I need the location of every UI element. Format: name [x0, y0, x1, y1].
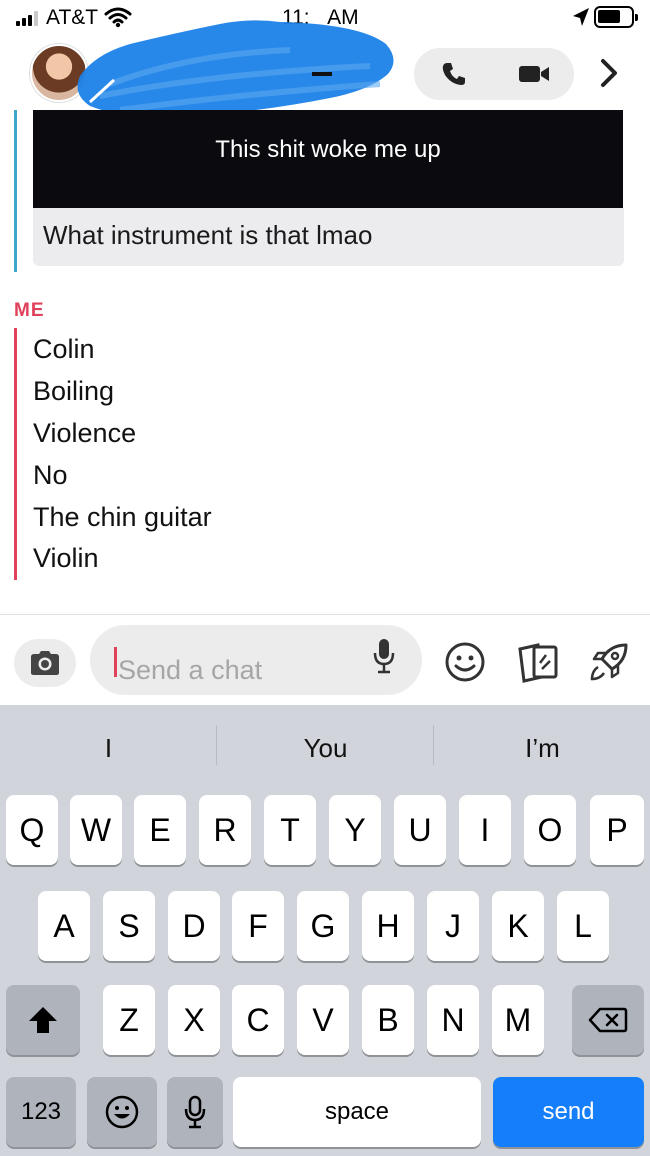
friend-reply-bubble: What instrument is that lmao	[33, 208, 624, 266]
dictation-key[interactable]	[167, 1077, 223, 1147]
friend-message: This shit woke me up What instrument is …	[14, 110, 624, 272]
shift-key[interactable]	[6, 985, 80, 1055]
key-c[interactable]: C	[232, 985, 284, 1055]
key-s[interactable]: S	[103, 891, 155, 961]
friend-reply-text: What instrument is that lmao	[43, 220, 373, 250]
my-messages: Colin Boiling Violence No The chin guita…	[14, 328, 614, 580]
key-m[interactable]: M	[492, 985, 544, 1055]
key-j[interactable]: J	[427, 891, 479, 961]
text-cursor	[114, 647, 117, 677]
video-call-button[interactable]	[494, 48, 574, 100]
signal-icon	[16, 10, 42, 26]
camera-button[interactable]	[14, 639, 76, 687]
key-p[interactable]: P	[590, 795, 644, 865]
voice-call-button[interactable]	[414, 48, 494, 100]
chevron-right-icon[interactable]	[598, 58, 620, 88]
delete-key[interactable]	[572, 985, 644, 1055]
microphone-icon	[184, 1095, 206, 1129]
key-r[interactable]: R	[199, 795, 251, 865]
microphone-icon[interactable]	[372, 637, 396, 675]
key-o[interactable]: O	[524, 795, 576, 865]
video-icon	[519, 66, 549, 82]
backspace-icon	[588, 1007, 628, 1033]
key-k[interactable]: K	[492, 891, 544, 961]
key-i[interactable]: I	[459, 795, 511, 865]
video-caption: This shit woke me up	[215, 136, 441, 163]
emoji-icon	[105, 1095, 139, 1129]
numbers-key[interactable]: 123	[6, 1077, 76, 1147]
message-line: Boiling	[33, 376, 115, 406]
message-line: Colin	[33, 334, 95, 364]
key-v[interactable]: V	[297, 985, 349, 1055]
key-a[interactable]: A	[38, 891, 90, 961]
sender-label-me: ME	[14, 300, 45, 321]
message-line: The chin guitar	[33, 502, 212, 532]
suggestion-3[interactable]: I’m	[434, 705, 650, 791]
key-b[interactable]: B	[362, 985, 414, 1055]
smiley-icon[interactable]	[444, 641, 486, 683]
suggestion-2[interactable]: You	[217, 705, 434, 791]
camera-icon	[31, 651, 59, 675]
chat-input-placeholder: Send a chat	[118, 655, 263, 685]
message-line: No	[33, 460, 68, 490]
space-key[interactable]: space	[233, 1077, 481, 1147]
key-u[interactable]: U	[394, 795, 446, 865]
keyboard: I You I’m Q W E R T Y U I O P A S D F G …	[0, 705, 650, 1156]
quoted-video-snippet[interactable]: This shit woke me up	[33, 110, 623, 208]
sticker-icon[interactable]	[516, 641, 560, 683]
key-t[interactable]: T	[264, 795, 316, 865]
rocket-icon[interactable]	[588, 641, 630, 683]
key-f[interactable]: F	[232, 891, 284, 961]
key-z[interactable]: Z	[103, 985, 155, 1055]
message-thread: This shit woke me up What instrument is …	[0, 110, 650, 615]
key-n[interactable]: N	[427, 985, 479, 1055]
compose-bar: Send a chat	[0, 615, 650, 705]
shift-arrow-icon	[29, 1007, 57, 1033]
send-key[interactable]: send	[493, 1077, 644, 1147]
emoji-key[interactable]	[87, 1077, 157, 1147]
key-d[interactable]: D	[168, 891, 220, 961]
location-arrow-icon	[573, 8, 589, 26]
key-g[interactable]: G	[297, 891, 349, 961]
call-controls	[414, 48, 574, 100]
battery-icon	[594, 6, 638, 28]
key-y[interactable]: Y	[329, 795, 381, 865]
key-w[interactable]: W	[70, 795, 122, 865]
key-q[interactable]: Q	[6, 795, 58, 865]
key-l[interactable]: L	[557, 891, 609, 961]
message-line: Violin	[33, 543, 99, 573]
suggestion-1[interactable]: I	[0, 705, 217, 791]
message-line: Violence	[33, 418, 137, 448]
phone-icon	[442, 63, 465, 85]
key-h[interactable]: H	[362, 891, 414, 961]
key-x[interactable]: X	[168, 985, 220, 1055]
chat-header	[0, 20, 650, 118]
key-e[interactable]: E	[134, 795, 186, 865]
